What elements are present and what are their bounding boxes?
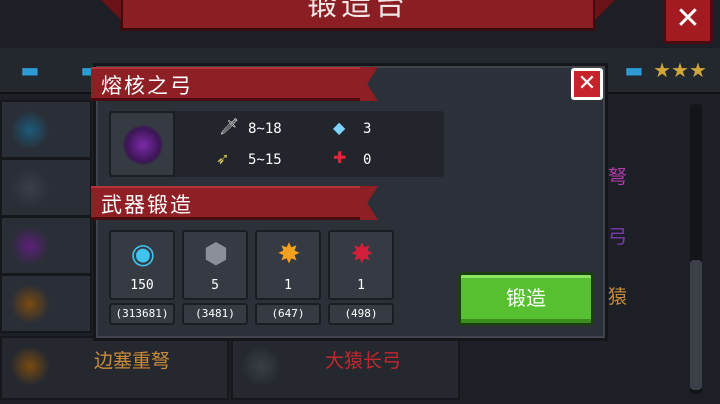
bow-icon — [10, 284, 50, 324]
material-owned: (3481) — [182, 303, 248, 325]
bow-icon — [10, 226, 50, 266]
list-item[interactable]: 大猿长弓 — [231, 336, 460, 400]
damage-value: 8~18 — [248, 121, 282, 137]
weapon-slot — [109, 111, 175, 177]
banner-right-wing — [595, 0, 625, 20]
weapon-name-ribbon: 熔核之弓 — [91, 67, 361, 101]
material-owned: (647) — [255, 303, 321, 325]
red-maple-leaf-icon: ✸ — [350, 237, 374, 270]
banner-left-wing — [91, 0, 121, 20]
bottom-list-row: 边塞重弩 大猿长弓 — [0, 336, 470, 404]
tab-pistol-icon[interactable]: ▬ — [6, 54, 54, 86]
blue-orb-icon: ◉ — [130, 237, 156, 270]
material-slot: ⬢ 5 — [182, 230, 248, 300]
list-item-name: 边塞重弩 — [94, 350, 171, 372]
list-item[interactable] — [0, 158, 92, 217]
bolt-icon: ➶ — [216, 149, 230, 168]
iron-ore-icon: ⬢ — [203, 237, 229, 270]
background-close-button[interactable]: ✕ — [663, 0, 713, 44]
list-item[interactable] — [0, 216, 92, 275]
material-required: 5 — [211, 278, 219, 293]
material-required: 1 — [284, 278, 292, 293]
forge-button[interactable]: 锻造 — [458, 272, 594, 326]
scrollbar[interactable] — [690, 104, 702, 394]
list-right-names: 弩 弓 猿 — [608, 96, 688, 404]
list-item[interactable] — [0, 100, 92, 159]
bow-icon — [241, 346, 281, 386]
list-item[interactable] — [0, 274, 92, 333]
crystal-icon: ◆ — [333, 118, 346, 137]
tab-special-icon[interactable]: ★★★ — [650, 54, 710, 86]
list-item-name: 猿 — [608, 286, 628, 308]
crossbow-icon — [10, 110, 50, 150]
list-item-name: 弩 — [608, 166, 628, 188]
crossbow-icon — [10, 346, 50, 386]
crit-crosshair-icon: ✚ — [333, 148, 347, 167]
scrollbar-thumb[interactable] — [690, 260, 702, 390]
section-title: 武器锻造 — [101, 193, 193, 217]
list-item[interactable]: 边塞重弩 — [0, 336, 229, 400]
material-required: 1 — [357, 278, 365, 293]
background-title-banner: 锻造台 — [91, 0, 625, 31]
energy-value: 5~15 — [248, 152, 282, 168]
material-required: 150 — [130, 278, 154, 293]
material-slot: ✸ 1 — [328, 230, 394, 300]
sword-icon: 🗡 — [219, 117, 240, 136]
material-owned: (313681) — [109, 303, 175, 325]
list-item-name: 大猿长弓 — [325, 350, 402, 372]
crit-value: 0 — [363, 152, 372, 168]
material-owned: (498) — [328, 303, 394, 325]
material-slot: ✸ 1 — [255, 230, 321, 300]
bow-icon — [10, 168, 50, 208]
background-title: 锻造台 — [307, 0, 409, 23]
weapon-name: 熔核之弓 — [101, 74, 193, 98]
bow-icon — [123, 125, 163, 165]
section-ribbon: 武器锻造 — [91, 186, 361, 220]
energy-cost-value: 3 — [363, 121, 372, 137]
material-slot: ◉ 150 — [109, 230, 175, 300]
list-item-name: 弓 — [608, 226, 628, 248]
orange-maple-leaf-icon: ✸ — [277, 237, 301, 270]
close-button[interactable]: ✕ — [571, 68, 603, 100]
